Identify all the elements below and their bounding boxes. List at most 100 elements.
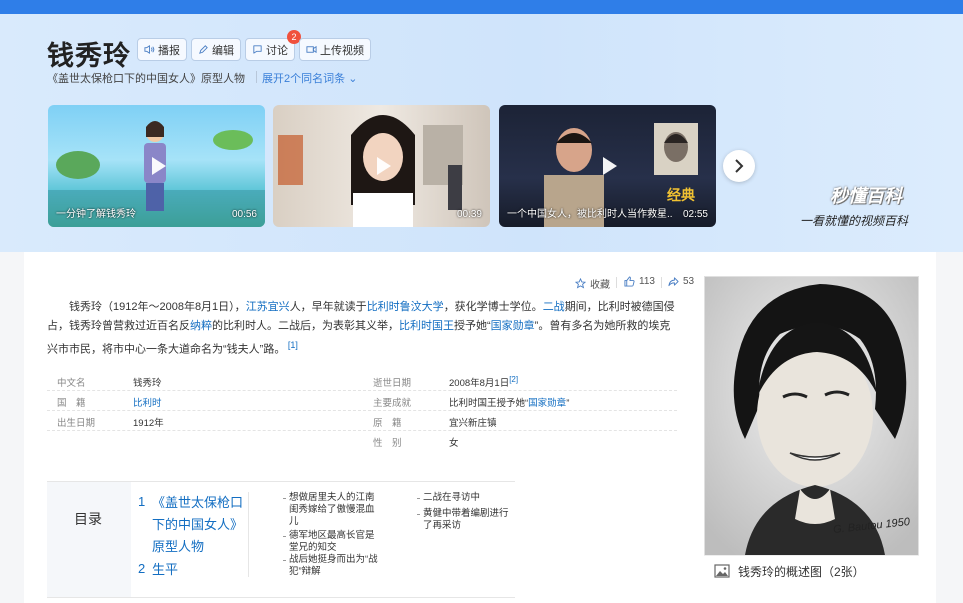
info-label-death-date: 逝世日期 [373,378,412,389]
thumbs-up-icon [624,276,635,287]
video-duration: 00:39 [456,209,482,220]
upload-video-button[interactable]: 上传视频 [299,38,371,61]
toc-title: 目录 [74,511,102,527]
death-date-text: 2008年8月1日 [449,378,510,390]
image-icon [714,564,730,578]
video-card-2[interactable]: 00:39 [273,105,490,227]
share-count: 53 [683,276,695,287]
favorite-button[interactable]: 收藏 [575,276,610,291]
discuss-label: 讨论 [266,44,288,57]
play-icon [151,157,166,175]
picture-caption-button[interactable]: 钱秀玲的概述图（2张） [704,555,919,586]
info-label-birth-date: 出生日期 [57,418,96,429]
video-duration: 00:56 [231,209,257,220]
lemma-description: 《盖世太保枪口下的中国女人》原型人物 [47,73,245,85]
upload-video-label: 上传视频 [320,44,364,57]
chevron-down-icon: ⌄ [348,73,358,85]
divider [256,71,257,83]
summary-link[interactable]: 比利时鲁汶大学 [367,301,444,313]
info-value-birth-date: 1912年 [133,418,164,429]
edit-label: 编辑 [212,44,234,57]
info-label-chinese-name: 中文名 [57,378,86,389]
info-value-death-date: 2008年8月1日[2] [449,375,518,389]
video-title: 一个中国女人，被比利时人当作救星... [507,209,672,220]
page-title: 钱秀玲 [47,41,131,71]
share-button[interactable]: 53 [668,276,694,287]
toc-column-divider [248,492,249,577]
summary-link[interactable]: 国家勋章 [491,320,535,332]
toc-subitem[interactable]: 德军地区最高长官是堂兄的知交 [289,530,381,554]
svg-text:经典: 经典 [667,187,695,204]
reference-link[interactable]: [1] [285,340,298,350]
lemma-summary: 钱秀玲（1912年～2008年8月1日），江苏宜兴人，早年就读于比利时鲁汶大学，… [47,298,677,360]
video-card-3[interactable]: 经典 一个中国女人，被比利时人当作救星... 02:55 [499,105,716,227]
summary-text: ，获化学博士学位。 [443,301,543,313]
toc-sidebar [47,482,131,597]
info-value-origin: 宜兴新庄镇 [449,418,497,429]
toc-item-number: 2 [138,561,146,576]
like-count: 113 [639,276,655,287]
portrait-photo [705,277,918,555]
top-nav-bar [0,0,963,14]
toc-bullet [417,498,420,499]
hero-banner: 钱秀玲 播报 编辑 讨论 2 上传视频 《盖世太保枪口下的中国女人》原型人物 展… [0,14,963,252]
star-icon [575,278,586,289]
summary-text: 的比利时人。二战后，为表彰其义举， [212,320,399,332]
row-divider [47,430,677,431]
play-icon [376,157,391,175]
summary-picture[interactable]: G. Bautou 1950 [704,276,919,586]
video-card-1[interactable]: 一分钟了解钱秀玲 00:56 [48,105,265,227]
table-of-contents: 目录 1 《盖世太保枪口下的中国女人》原型人物 2 生平 想做居里夫人的江南闺秀… [47,481,515,598]
share-icon [668,277,679,287]
toc-item-prototype[interactable]: 《盖世太保枪口下的中国女人》原型人物 [152,492,250,558]
summary-text: 人，早年就读于 [289,301,367,313]
info-label-achievement: 主要成就 [373,398,412,409]
edit-button[interactable]: 编辑 [191,38,241,61]
brand-slogan: 一看就懂的视频百科 [800,214,909,228]
toc-subitem[interactable]: 黄健中带着编剧进行了再采访 [423,508,515,532]
pencil-icon [199,45,208,54]
like-button[interactable]: 113 [624,276,655,287]
achievement-link[interactable]: 国家勋章 [528,398,566,409]
toc-item-number: 1 [138,494,146,509]
achievement-text: 比利时国王授予她“ [449,398,529,409]
video-duration: 02:55 [682,209,708,220]
row-divider [47,390,677,391]
row-divider [47,410,677,411]
toc-subitem[interactable]: 二战在寻访中 [423,492,515,504]
summary-link[interactable]: 比利时国王 [399,320,454,332]
chat-icon [253,45,262,54]
info-label-nationality: 国 籍 [57,398,86,409]
summary-text: 授予她“ [454,320,491,332]
next-videos-button[interactable] [723,150,755,182]
picture-caption: 钱秀玲的概述图（2张） [738,564,865,579]
chevron-right-icon [735,159,744,173]
info-value-chinese-name: 钱秀玲 [133,378,162,389]
info-value-nationality-link[interactable]: 比利时 [133,395,162,409]
summary-link[interactable]: 二战 [543,301,565,313]
expand-homonyms-link[interactable]: 展开2个同名词条 ⌄ [262,70,357,86]
video-title: 一分钟了解钱秀玲 [56,209,136,220]
broadcast-button[interactable]: 播报 [137,38,187,61]
play-icon [602,157,617,175]
toc-bullet [283,498,286,499]
info-label-origin: 原 籍 [373,418,402,429]
discuss-button[interactable]: 讨论 [245,38,295,61]
toc-subitem[interactable]: 战后她挺身而出为“战犯”辩解 [289,554,381,578]
summary-text: 钱秀玲（1912年～2008年8月1日）， [69,301,246,313]
video-icon [306,45,317,54]
toc-subitem[interactable]: 想做居里夫人的江南闺秀嫁给了傲慢混血儿 [289,492,381,528]
divider [661,277,662,288]
miaodong-logo: 秒懂百科 [830,186,902,206]
info-value-gender: 女 [449,438,459,449]
expand-homonyms-label: 展开2个同名词条 [262,73,346,85]
toc-item-biography[interactable]: 生平 [152,559,178,581]
divider [616,277,617,288]
summary-link[interactable]: 江苏宜兴 [246,301,290,313]
reference-link[interactable]: [2] [509,375,518,384]
toc-bullet [283,536,286,537]
summary-link[interactable]: 纳粹 [190,320,212,332]
toc-bullet [417,514,420,515]
speaker-icon [144,44,155,55]
achievement-text: ” [566,398,570,409]
